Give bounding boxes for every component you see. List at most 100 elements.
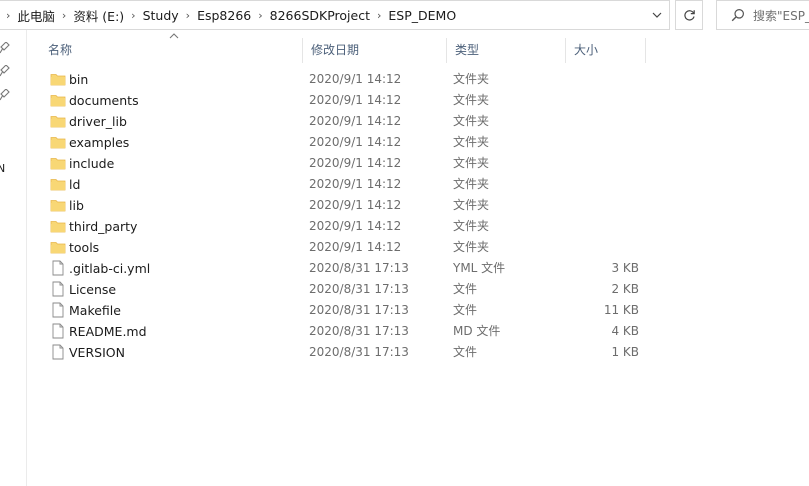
file-name: README.md [69,324,147,339]
file-size [584,216,639,237]
file-type: 文件夹 [453,198,490,212]
file-date-modified: 2020/9/1 14:12 [309,177,402,191]
breadcrumb-separator-icon[interactable]: › [251,9,269,22]
search-icon [731,9,744,22]
file-type: 文件夹 [453,219,490,233]
file-date-modified: 2020/9/1 14:12 [309,240,402,254]
file-name: License [69,282,117,297]
file-row[interactable]: third_party 2020/9/1 14:12 文件夹 [44,216,654,237]
file-type: 文件夹 [453,177,490,191]
breadcrumb-separator-icon[interactable]: › [370,9,388,22]
file-type: 文件夹 [453,240,490,254]
column-header-name[interactable]: 名称 [40,38,303,63]
file-name: lib [69,198,84,213]
file-row[interactable]: README.md 2020/8/31 17:13 MD 文件 4 KB [44,321,654,342]
file-type: 文件夹 [453,156,490,170]
refresh-button[interactable] [675,0,703,30]
file-size: 4 KB [611,324,639,338]
file-size [584,111,639,132]
file-row[interactable]: VERSION 2020/8/31 17:13 文件 1 KB [44,342,654,363]
folder-icon [50,134,66,150]
file-name: include [69,156,115,171]
pin-icon[interactable] [0,42,10,54]
column-header-date[interactable]: 修改日期 [303,38,447,63]
breadcrumb-item[interactable]: Esp8266 [197,8,251,23]
file-size: 3 KB [611,261,639,275]
file-row[interactable]: .gitlab-ci.yml 2020/8/31 17:13 YML 文件 3 KB [44,258,654,279]
folder-icon [50,113,66,129]
column-header-type[interactable]: 类型 [447,38,566,63]
file-row[interactable]: Makefile 2020/8/31 17:13 文件 11 KB [44,300,654,321]
file-type: 文件夹 [453,93,490,107]
file-row[interactable]: ld 2020/9/1 14:12 文件夹 [44,174,654,195]
folder-icon [50,176,66,192]
folder-icon [50,92,66,108]
breadcrumb-item[interactable]: 8266SDKProject [270,8,370,23]
search-placeholder: 搜索"ESP_ [753,8,809,23]
file-row[interactable]: examples 2020/9/1 14:12 文件夹 [44,132,654,153]
file-icon [50,344,66,360]
nav-item-label-partial[interactable]: N [0,162,5,175]
file-name: .gitlab-ci.yml [69,261,151,276]
file-list: bin 2020/9/1 14:12 文件夹 documents 2020/9/1 14… [44,69,654,363]
breadcrumb-separator-icon[interactable]: › [0,9,17,22]
file-icon [50,302,66,318]
file-icon [50,323,66,339]
file-name: Makefile [69,303,121,318]
file-type: 文件 [453,282,478,296]
file-date-modified: 2020/8/31 17:13 [309,345,409,359]
file-date-modified: 2020/8/31 17:13 [309,261,409,275]
file-date-modified: 2020/9/1 14:12 [309,93,402,107]
folder-icon [50,239,66,255]
navigation-pane[interactable]: N [0,30,27,486]
file-date-modified: 2020/9/1 14:12 [309,156,402,170]
file-icon [50,260,66,276]
file-row[interactable]: driver_lib 2020/9/1 14:12 文件夹 [44,111,654,132]
file-name: ld [69,177,81,192]
breadcrumb-item[interactable]: 此电脑 [17,6,55,25]
file-date-modified: 2020/8/31 17:13 [309,282,409,296]
file-row[interactable]: lib 2020/9/1 14:12 文件夹 [44,195,654,216]
file-date-modified: 2020/9/1 14:12 [309,72,402,86]
breadcrumb-separator-icon[interactable]: › [124,9,142,22]
breadcrumb-separator-icon[interactable]: › [55,9,73,22]
file-size [584,195,639,216]
file-type: 文件夹 [453,135,490,149]
pin-icon[interactable] [0,89,10,101]
folder-icon [50,155,66,171]
file-size [584,153,639,174]
file-name: bin [69,72,89,87]
file-row[interactable]: bin 2020/9/1 14:12 文件夹 [44,69,654,90]
folder-icon [50,218,66,234]
search-input[interactable]: 搜索"ESP_ [716,0,809,30]
breadcrumb: › 此电脑 › 资料 (E:) › Study › Esp8266 › 8266SDKProjec… [0,1,456,29]
file-row[interactable]: documents 2020/9/1 14:12 文件夹 [44,90,654,111]
pin-icon[interactable] [0,65,10,77]
file-name: third_party [69,219,138,234]
column-header-size[interactable]: 大小 [566,38,646,63]
file-name: tools [69,240,100,255]
file-type: 文件夹 [453,114,490,128]
file-date-modified: 2020/8/31 17:13 [309,324,409,338]
file-row[interactable]: License 2020/8/31 17:13 文件 2 KB [44,279,654,300]
file-name: driver_lib [69,114,127,129]
file-type: 文件 [453,345,478,359]
file-size: 2 KB [611,282,639,296]
file-size [584,174,639,195]
folder-icon [50,71,66,87]
file-size [584,90,639,111]
breadcrumb-item[interactable]: 资料 (E:) [73,6,124,25]
file-size: 1 KB [611,345,639,359]
address-bar[interactable]: › 此电脑 › 资料 (E:) › Study › Esp8266 › 8266SDKProjec… [0,0,670,30]
file-name: VERSION [69,345,125,360]
file-type: YML 文件 [453,261,506,275]
file-type: 文件夹 [453,72,490,86]
address-history-dropdown[interactable] [645,1,669,29]
file-row[interactable]: tools 2020/9/1 14:12 文件夹 [44,237,654,258]
file-icon [50,281,66,297]
breadcrumb-separator-icon[interactable]: › [179,9,197,22]
breadcrumb-item[interactable]: ESP_DEMO [388,8,456,23]
file-row[interactable]: include 2020/9/1 14:12 文件夹 [44,153,654,174]
refresh-icon [683,9,695,21]
breadcrumb-item[interactable]: Study [143,8,179,23]
